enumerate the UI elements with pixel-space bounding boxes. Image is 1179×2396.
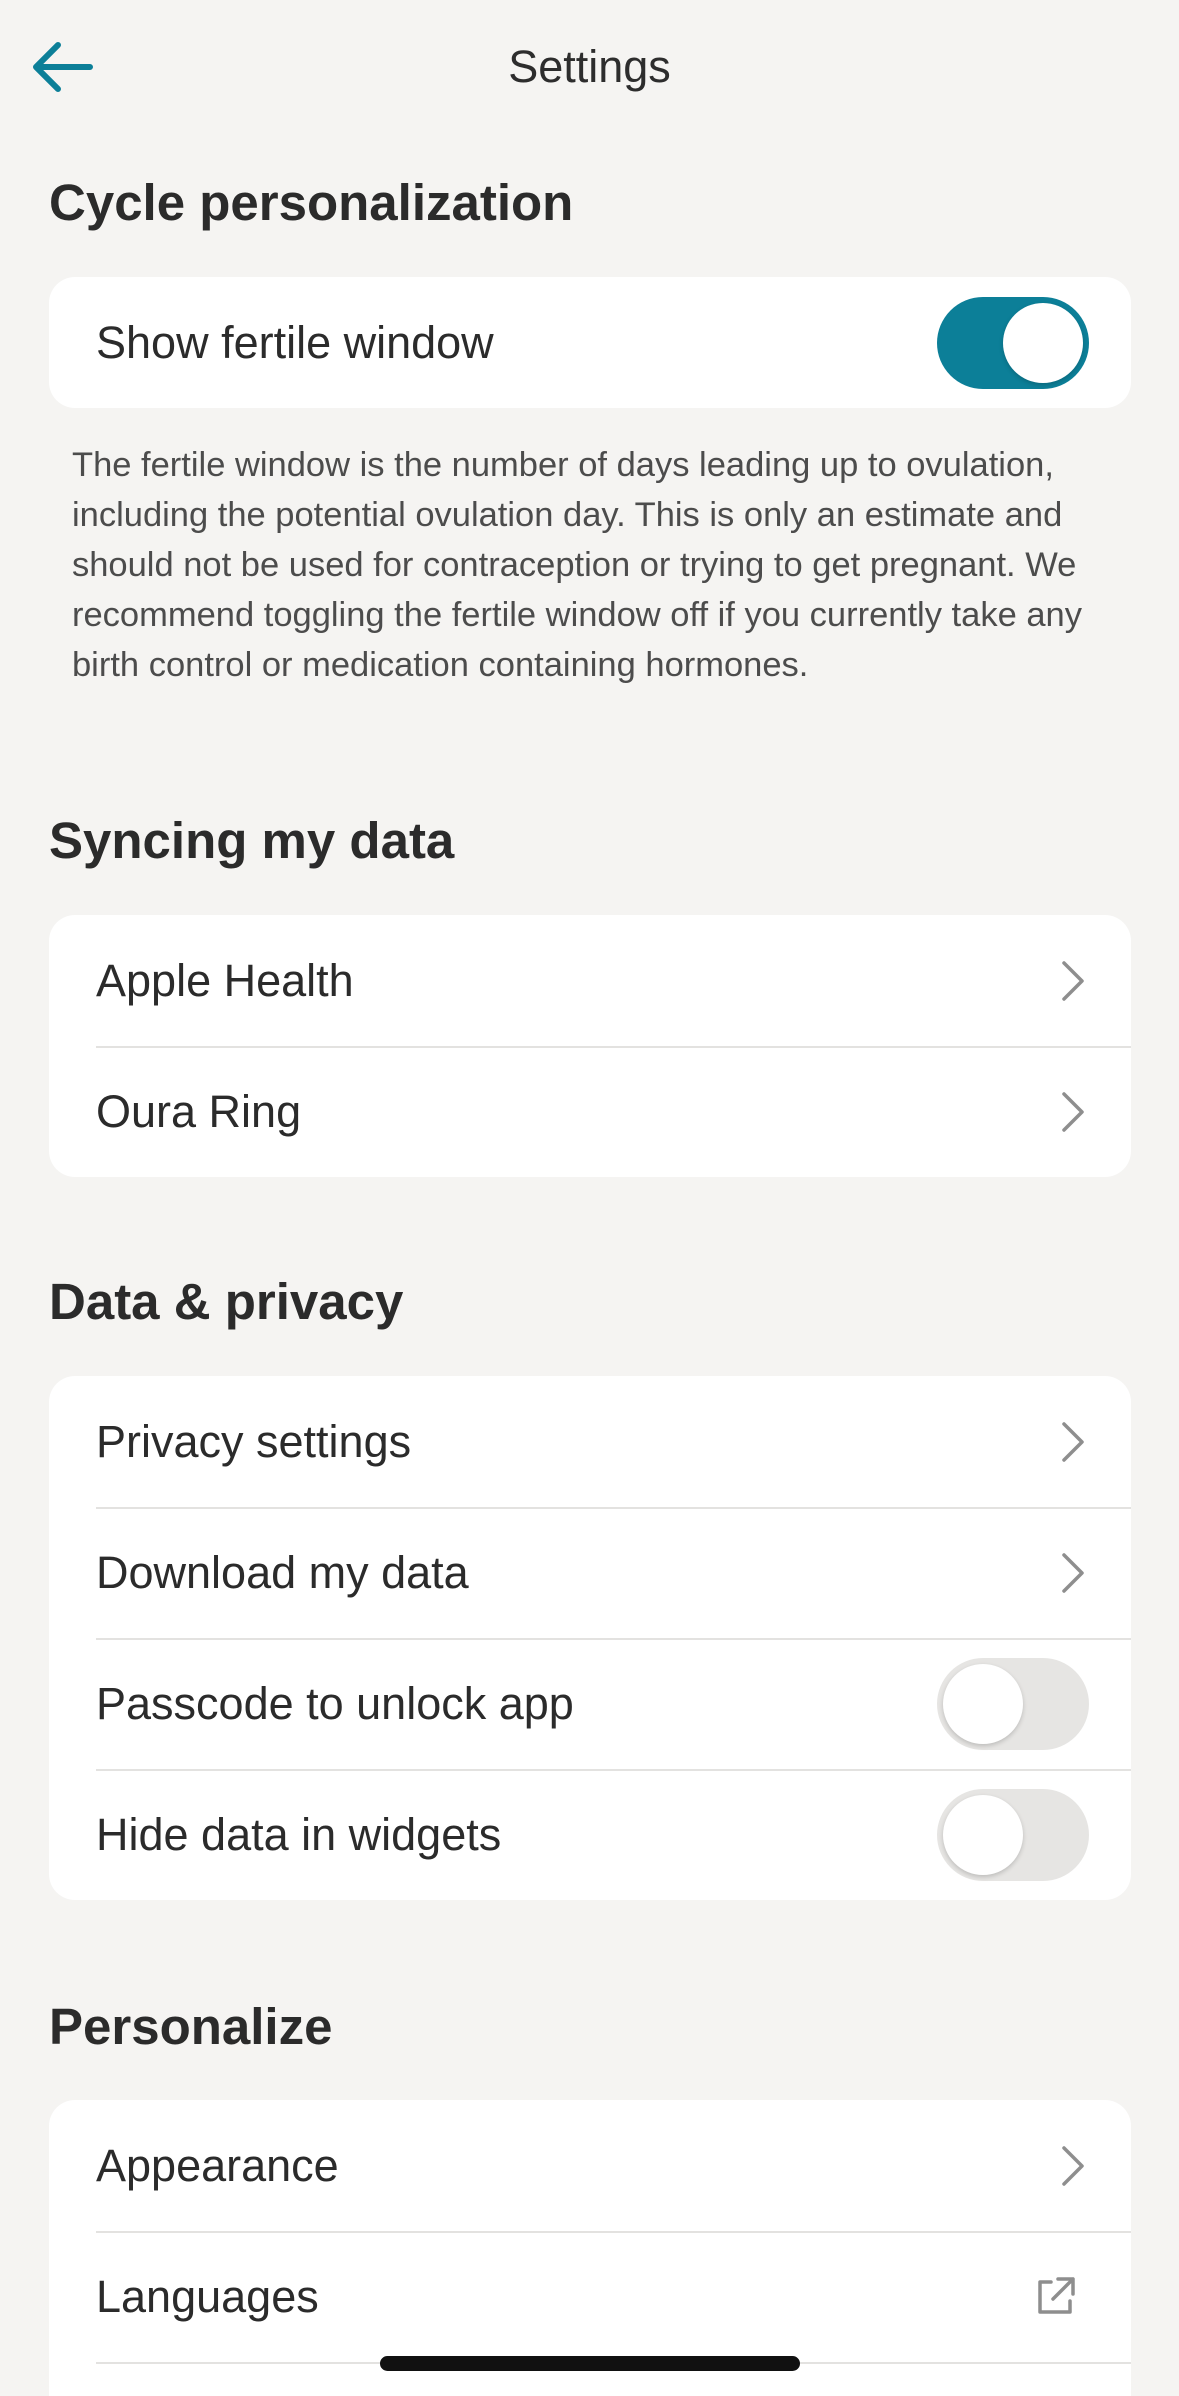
passcode-label: Passcode to unlock app bbox=[96, 1677, 574, 1729]
apple-health-label: Apple Health bbox=[96, 954, 354, 1006]
privacy-settings-label: Privacy settings bbox=[96, 1415, 412, 1467]
languages-label: Languages bbox=[96, 2270, 319, 2322]
chevron-right-icon bbox=[1062, 1091, 1084, 1132]
toggle-knob bbox=[1003, 302, 1083, 383]
toggle-knob bbox=[943, 1663, 1023, 1744]
appearance-label: Appearance bbox=[96, 2139, 339, 2191]
languages-row[interactable]: Languages bbox=[49, 2231, 1131, 2362]
home-indicator[interactable] bbox=[380, 2356, 800, 2371]
hide-widgets-toggle[interactable] bbox=[937, 1788, 1089, 1881]
settings-screen: Settings Cycle personalization Show fert… bbox=[0, 0, 1179, 2396]
chevron-right-icon bbox=[1062, 1552, 1084, 1593]
appearance-row[interactable]: Appearance bbox=[49, 2100, 1131, 2231]
header: Settings bbox=[0, 0, 1179, 135]
chevron-right-icon bbox=[1062, 960, 1084, 1001]
toggle-knob bbox=[943, 1794, 1023, 1875]
fertile-window-toggle[interactable] bbox=[937, 296, 1089, 389]
section-title-syncing: Syncing my data bbox=[49, 812, 455, 869]
external-link-icon bbox=[1038, 2276, 1075, 2314]
download-data-row[interactable]: Download my data bbox=[49, 1507, 1131, 1638]
privacy-settings-row[interactable]: Privacy settings bbox=[49, 1376, 1131, 1507]
passcode-row: Passcode to unlock app bbox=[49, 1638, 1131, 1769]
page-title: Settings bbox=[508, 41, 671, 92]
section-title-personalize: Personalize bbox=[49, 1998, 333, 2055]
oura-ring-row[interactable]: Oura Ring bbox=[49, 1046, 1131, 1177]
syncing-card: Apple Health Oura Ring bbox=[49, 915, 1131, 1177]
hide-widgets-label: Hide data in widgets bbox=[96, 1808, 502, 1860]
personalize-card: Appearance Languages bbox=[49, 2100, 1131, 2396]
privacy-card: Privacy settings Download my data Passco… bbox=[49, 1376, 1131, 1900]
chevron-right-icon bbox=[1062, 1421, 1084, 1462]
chevron-right-icon bbox=[1062, 2145, 1084, 2186]
fertile-window-label: Show fertile window bbox=[96, 316, 494, 368]
section-title-cycle: Cycle personalization bbox=[49, 174, 574, 231]
hide-widgets-row: Hide data in widgets bbox=[49, 1769, 1131, 1900]
download-data-label: Download my data bbox=[96, 1546, 469, 1598]
section-title-privacy: Data & privacy bbox=[49, 1273, 404, 1330]
apple-health-row[interactable]: Apple Health bbox=[49, 915, 1131, 1046]
oura-ring-label: Oura Ring bbox=[96, 1085, 302, 1137]
fertile-window-row: Show fertile window bbox=[49, 277, 1131, 408]
fertile-window-description: The fertile window is the number of days… bbox=[72, 446, 1082, 684]
passcode-toggle[interactable] bbox=[937, 1657, 1089, 1750]
cycle-card: Show fertile window bbox=[49, 277, 1131, 408]
